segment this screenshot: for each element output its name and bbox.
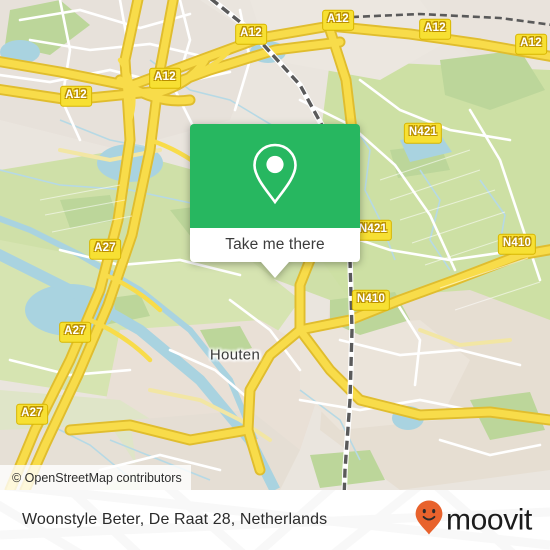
map-canvas[interactable]: Houten A12 A12 A12 A12 A12 A12 N421 N421… <box>0 0 550 490</box>
road-shield-n421[interactable]: N421 <box>403 122 443 144</box>
openstreetmap-attribution[interactable]: © OpenStreetMap contributors <box>0 465 191 490</box>
road-shield-a12[interactable]: A12 <box>235 23 267 45</box>
moovit-wordmark: moovit <box>446 503 532 536</box>
road-shield-a12[interactable]: A12 <box>322 9 354 31</box>
map-pin-icon <box>247 139 303 214</box>
screenshot-root: Houten A12 A12 A12 A12 A12 A12 N421 N421… <box>0 0 550 550</box>
road-shield-n410[interactable]: N410 <box>351 289 391 311</box>
location-title: Woonstyle Beter, De Raat 28, Netherlands <box>22 511 328 528</box>
bottom-info-bar: Woonstyle Beter, De Raat 28, Netherlands… <box>0 490 550 550</box>
road-shield-a12[interactable]: A12 <box>515 33 547 55</box>
callout-tail <box>261 262 289 278</box>
road-shield-a27[interactable]: A27 <box>89 238 121 260</box>
take-me-there-button[interactable]: Take me there <box>190 228 360 262</box>
location-callout[interactable]: Take me there <box>190 124 360 278</box>
road-shield-n410[interactable]: N410 <box>497 233 537 255</box>
road-shield-a27[interactable]: A27 <box>16 403 48 425</box>
place-label-houten: Houten <box>209 346 261 364</box>
road-shield-a27[interactable]: A27 <box>59 321 91 343</box>
road-shield-a12[interactable]: A12 <box>419 18 451 40</box>
moovit-pin-smiley-icon <box>414 500 444 541</box>
road-shield-a12[interactable]: A12 <box>149 67 181 89</box>
moovit-brand[interactable]: moovit <box>414 500 532 541</box>
road-shield-a12[interactable]: A12 <box>60 85 92 107</box>
callout-body <box>190 124 360 228</box>
